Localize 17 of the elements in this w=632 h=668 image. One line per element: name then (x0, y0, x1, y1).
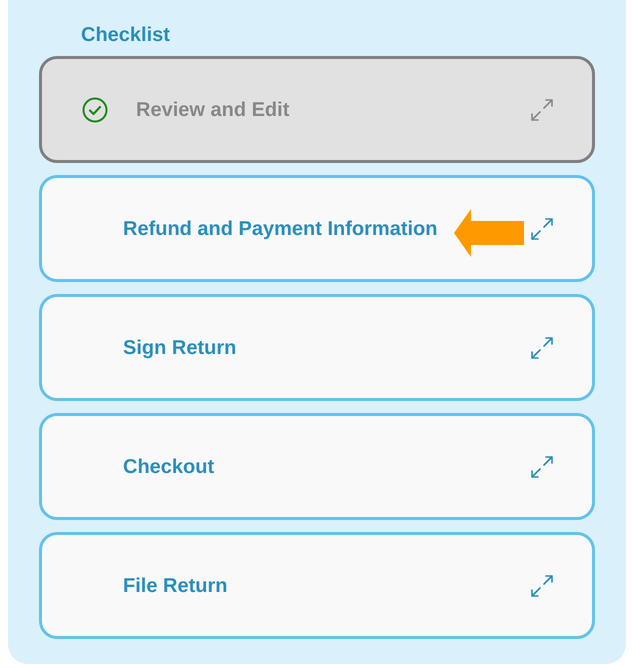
checklist-item[interactable]: Review and Edit (39, 56, 595, 163)
expand-icon[interactable] (530, 574, 554, 598)
check-circle-icon (82, 96, 108, 122)
expand-icon[interactable] (530, 336, 554, 360)
item-label: Review and Edit (136, 98, 290, 122)
checklist-title: Checklist (81, 23, 171, 48)
checklist-item[interactable]: Checkout (39, 413, 595, 520)
item-label: Refund and Payment Information (123, 216, 438, 242)
checklist-item[interactable]: Refund and Payment Information (39, 175, 595, 282)
item-label: Checkout (123, 454, 214, 480)
expand-icon[interactable] (530, 216, 554, 240)
item-label: File Return (123, 574, 228, 598)
checklist-item[interactable]: Sign Return (39, 294, 595, 401)
expand-icon[interactable] (530, 98, 554, 122)
checklist-item[interactable]: File Return (39, 532, 595, 639)
item-label: Sign Return (123, 336, 236, 360)
expand-icon[interactable] (530, 454, 554, 478)
